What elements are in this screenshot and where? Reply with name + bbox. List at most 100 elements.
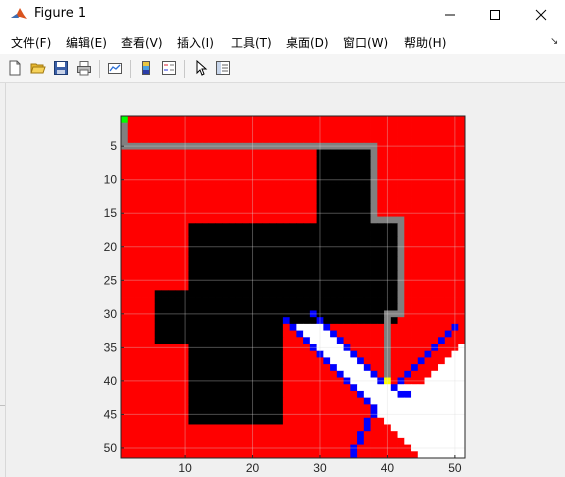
grid-cell — [222, 122, 230, 130]
grid-cell — [127, 303, 135, 311]
grid-cell — [424, 203, 432, 211]
grid-cell — [336, 230, 344, 238]
grid-cell — [370, 297, 378, 305]
grid-map-plot[interactable]: 10 20 30 40 505101520253035404550 — [0, 0, 565, 477]
grid-cell — [417, 230, 425, 238]
grid-cell — [458, 357, 466, 365]
grid-cell — [431, 417, 439, 425]
grid-cell — [303, 236, 311, 244]
grid-cell — [161, 129, 169, 137]
grid-cell — [438, 236, 446, 244]
grid-cell — [438, 437, 446, 445]
grid-cell — [424, 196, 432, 204]
grid-cell — [330, 189, 338, 197]
grid-cell — [201, 384, 210, 392]
grid-cell — [424, 417, 432, 425]
grid-cell — [127, 256, 135, 264]
grid-cell — [147, 149, 156, 157]
x-tick-label: 10 — [178, 461, 192, 475]
grid-cell — [208, 156, 216, 164]
grid-cell — [417, 431, 425, 439]
grid-cell — [208, 263, 216, 271]
grid-cell — [121, 183, 129, 191]
grid-cell — [147, 122, 156, 130]
grid-cell — [208, 162, 216, 171]
grid-cell — [357, 129, 365, 137]
grid-cell — [208, 417, 216, 425]
grid-cell — [438, 283, 446, 291]
grid-cell — [215, 323, 223, 331]
grid-cell — [404, 236, 412, 244]
grid-cell — [390, 149, 398, 157]
grid-cell — [168, 256, 176, 264]
grid-cell — [431, 357, 439, 365]
grid-cell — [336, 417, 344, 425]
grid-cell — [215, 256, 223, 264]
grid-cell — [289, 122, 297, 130]
grid-cell — [309, 196, 318, 204]
grid-cell — [336, 323, 344, 331]
grid-cell — [444, 364, 452, 372]
grid-cell — [188, 256, 196, 264]
grid-cell — [444, 330, 452, 338]
grid-cell — [208, 270, 216, 278]
grid-cell — [411, 404, 419, 412]
grid-cell — [147, 431, 156, 439]
grid-cell — [296, 183, 304, 191]
grid-cell — [323, 169, 331, 177]
grid-cell — [276, 162, 284, 171]
grid-cell — [269, 330, 277, 338]
grid-cell — [208, 303, 216, 311]
grid-cell — [390, 116, 398, 124]
grid-cell — [262, 350, 270, 358]
grid-cell — [269, 357, 277, 365]
grid-cell — [242, 122, 250, 130]
grid-cell — [424, 424, 432, 432]
grid-cell — [397, 162, 405, 171]
grid-cell — [147, 424, 156, 432]
grid-cell — [195, 323, 203, 331]
grid-cell — [438, 451, 446, 459]
grid-cell — [438, 136, 446, 144]
grid-cell — [201, 397, 210, 405]
grid-cell — [235, 404, 243, 412]
grid-cell — [343, 236, 351, 244]
grid-cell — [330, 162, 338, 171]
grid-cell — [357, 370, 365, 378]
grid-cell — [296, 223, 304, 231]
grid-cell — [228, 330, 237, 338]
grid-cell — [323, 216, 331, 224]
grid-cell — [336, 390, 344, 399]
grid-cell — [188, 417, 196, 425]
grid-cell — [303, 263, 311, 271]
grid-cell — [289, 203, 297, 211]
grid-cell — [282, 350, 291, 358]
grid-cell — [255, 417, 264, 425]
grid-cell — [417, 223, 425, 231]
grid-cell — [141, 323, 149, 331]
grid-cell — [343, 230, 351, 238]
grid-cell — [289, 337, 297, 345]
grid-cell — [417, 283, 425, 291]
grid-cell — [404, 417, 412, 425]
grid-cell — [242, 270, 250, 278]
grid-cell — [134, 431, 142, 439]
grid-cell — [397, 263, 405, 271]
grid-cell — [343, 283, 351, 291]
grid-cell — [276, 317, 284, 325]
grid-cell — [147, 270, 156, 278]
grid-cell — [228, 424, 237, 432]
grid-cell — [141, 357, 149, 365]
grid-cell — [370, 283, 378, 291]
grid-cell — [350, 350, 358, 358]
grid-cell — [168, 330, 176, 338]
grid-cell — [235, 216, 243, 224]
grid-cell — [424, 431, 432, 439]
grid-cell — [282, 156, 291, 164]
grid-cell — [289, 270, 297, 278]
grid-cell — [357, 250, 365, 258]
grid-cell — [289, 256, 297, 264]
grid-cell — [276, 189, 284, 197]
grid-cell — [134, 183, 142, 191]
grid-cell — [336, 303, 344, 311]
